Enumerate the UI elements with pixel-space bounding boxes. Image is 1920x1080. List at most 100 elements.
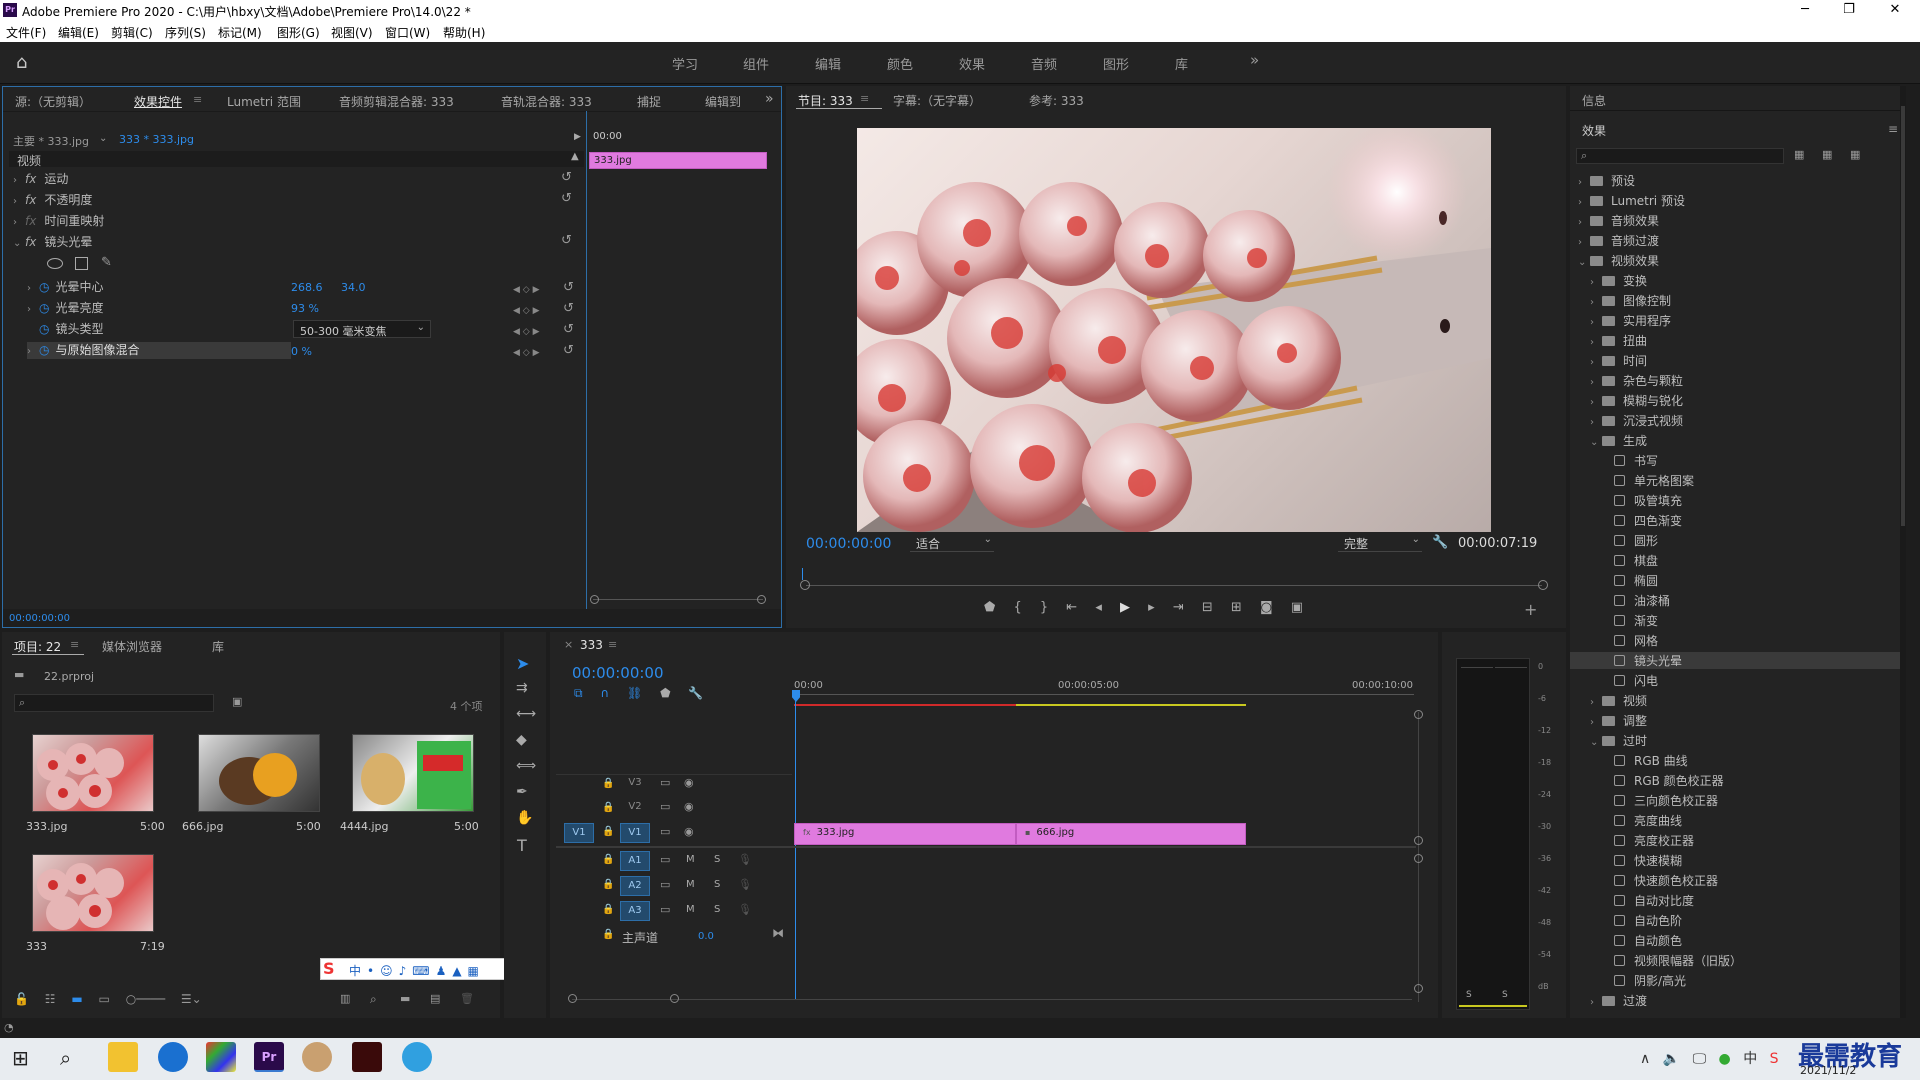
- meter-solo-right[interactable]: S: [1502, 990, 1508, 1000]
- effects-folder[interactable]: › 杂色与颗粒: [1590, 372, 1683, 389]
- zoom-handle-left[interactable]: [590, 595, 599, 604]
- effects-folder[interactable]: ⌄ 过时: [1590, 732, 1647, 749]
- lock-track-icon[interactable]: 🔒: [602, 929, 614, 940]
- thumb-333-sequence[interactable]: [32, 854, 154, 932]
- effects-folder[interactable]: › 调整: [1590, 712, 1647, 729]
- flare-center-y[interactable]: 34.0: [341, 281, 366, 294]
- timeline-timecode[interactable]: 00:00:00:00: [572, 664, 664, 682]
- close-button[interactable]: ✕: [1872, 0, 1918, 20]
- effects-folder[interactable]: › 音频过渡: [1578, 232, 1659, 249]
- tab-program[interactable]: 节目: 333: [798, 92, 853, 109]
- windows-start-icon[interactable]: ⊞: [12, 1046, 29, 1070]
- effects-item[interactable]: 油漆桶: [1602, 592, 1670, 609]
- effects-folder[interactable]: ⌄ 生成: [1590, 432, 1647, 449]
- program-scrubber[interactable]: [806, 585, 1542, 586]
- mark-out-icon[interactable]: }: [1040, 600, 1048, 615]
- ie-browser-icon[interactable]: [402, 1042, 432, 1072]
- effects-folder[interactable]: › 模糊与锐化: [1590, 392, 1683, 409]
- effects-item[interactable]: 棋盘: [1602, 552, 1658, 569]
- home-icon[interactable]: ⌂: [16, 52, 27, 73]
- ripple-edit-tool-icon[interactable]: ⟷: [516, 706, 536, 722]
- effects-folder[interactable]: › 预设: [1578, 172, 1635, 189]
- menu-graphics[interactable]: 图形(G): [277, 24, 320, 41]
- tab-reference[interactable]: 参考: 333: [1029, 92, 1084, 109]
- menu-help[interactable]: 帮助(H): [443, 24, 485, 41]
- go-to-in-icon[interactable]: ⇤: [1066, 600, 1077, 615]
- taskbar-search-icon[interactable]: ⌕: [60, 1046, 71, 1070]
- reset-lens-flare-icon[interactable]: ↺: [561, 233, 572, 248]
- snap-icon[interactable]: ∩: [600, 686, 609, 700]
- mute-button[interactable]: M: [686, 904, 695, 915]
- lock-icon[interactable]: 🔓: [14, 992, 29, 1006]
- effects-item[interactable]: 镜头光晕: [1570, 652, 1900, 669]
- effects-folder[interactable]: › 沉浸式视频: [1590, 412, 1683, 429]
- freeform-view-icon[interactable]: ▭: [99, 992, 110, 1006]
- mute-button[interactable]: M: [686, 879, 695, 890]
- ellipse-mask-icon[interactable]: [47, 258, 63, 269]
- step-back-icon[interactable]: ◂: [1095, 600, 1102, 615]
- effects-item[interactable]: 亮度曲线: [1602, 812, 1682, 829]
- tab-libraries[interactable]: 库: [212, 638, 224, 655]
- timeline-menu-icon[interactable]: ≡: [608, 638, 617, 651]
- effects-item[interactable]: 快速模糊: [1602, 852, 1682, 869]
- a-scroll-bottom[interactable]: [1414, 984, 1423, 993]
- effect-time-remap[interactable]: › fx 时间重映射: [13, 212, 104, 229]
- program-playhead[interactable]: [802, 568, 803, 580]
- effects-item[interactable]: 渐变: [1602, 612, 1658, 629]
- effects-item[interactable]: 自动颜色: [1602, 932, 1682, 949]
- tab-media-browser[interactable]: 媒体浏览器: [102, 638, 162, 655]
- minimize-button[interactable]: ─: [1782, 0, 1828, 20]
- eye-icon[interactable]: ◉: [684, 825, 694, 838]
- effects-folder[interactable]: › 时间: [1590, 352, 1647, 369]
- eye-icon[interactable]: ◉: [684, 776, 694, 789]
- premiere-taskbar-icon[interactable]: Pr: [254, 1042, 284, 1072]
- thumb-333-jpg[interactable]: [32, 734, 154, 812]
- effects-item[interactable]: RGB 曲线: [1602, 752, 1688, 769]
- menu-view[interactable]: 视图(V): [331, 24, 373, 41]
- effects-item[interactable]: 自动对比度: [1602, 892, 1694, 909]
- sync-lock-icon[interactable]: ▭: [660, 825, 670, 838]
- microphone-icon[interactable]: 🎙: [738, 878, 752, 891]
- sync-lock-icon[interactable]: ▭: [660, 776, 670, 789]
- menu-edit[interactable]: 编辑(E): [58, 24, 99, 41]
- lift-icon[interactable]: ⊟: [1202, 600, 1213, 615]
- tab-source[interactable]: 源:（无剪辑）: [15, 93, 91, 110]
- effects-item[interactable]: 单元格图案: [1602, 472, 1694, 489]
- menu-marker[interactable]: 标记(M): [218, 24, 262, 41]
- go-to-out-icon[interactable]: ⇥: [1173, 600, 1184, 615]
- timeline-settings-icon[interactable]: 🔧: [688, 686, 703, 700]
- timeline-clip-666[interactable]: ▪ 666.jpg: [1016, 823, 1246, 845]
- pen-mask-icon[interactable]: ✎: [101, 255, 112, 270]
- track-v1[interactable]: V1: [620, 823, 650, 843]
- lock-track-icon[interactable]: 🔒: [602, 879, 614, 890]
- new-item-icon[interactable]: ▤: [430, 992, 440, 1005]
- track-select-tool-icon[interactable]: ⇉: [516, 680, 528, 696]
- thumb-666-jpg[interactable]: [198, 734, 320, 812]
- selection-tool-icon[interactable]: ➤: [516, 654, 529, 673]
- mark-in-icon[interactable]: {: [1013, 600, 1021, 615]
- add-marker-icon[interactable]: ⬟: [660, 686, 670, 700]
- add-button-icon[interactable]: +: [1524, 600, 1537, 619]
- network-icon[interactable]: 🖵: [1693, 1051, 1707, 1067]
- edge-browser-icon[interactable]: [158, 1042, 188, 1072]
- sync-lock-icon[interactable]: ▭: [660, 903, 670, 916]
- solo-button[interactable]: S: [714, 879, 720, 890]
- workspace-libraries[interactable]: 库: [1175, 54, 1188, 73]
- tab-sequence[interactable]: 333: [580, 638, 603, 652]
- effects-item[interactable]: 自动色阶: [1602, 912, 1682, 929]
- zoom-handle-right[interactable]: [757, 595, 766, 604]
- mute-button[interactable]: M: [686, 854, 695, 865]
- workspace-editing[interactable]: 编辑: [815, 54, 841, 73]
- effects-folder[interactable]: › 过渡: [1590, 992, 1647, 1009]
- effects-item[interactable]: 吸管填充: [1602, 492, 1682, 509]
- user-app-icon[interactable]: [302, 1042, 332, 1072]
- track-v2[interactable]: V2: [620, 798, 650, 818]
- project-search-input[interactable]: ⌕: [14, 694, 214, 712]
- play-clip-icon[interactable]: ▶: [574, 132, 581, 142]
- sync-lock-icon[interactable]: ▭: [660, 800, 670, 813]
- linked-selection-icon[interactable]: ⛓: [627, 686, 642, 700]
- h-scroll-left[interactable]: [568, 994, 577, 1003]
- ime-toolbar[interactable]: S 中•☺♪⌨♟▲▦: [320, 958, 526, 980]
- lock-track-icon[interactable]: 🔒: [602, 802, 614, 813]
- effects-item[interactable]: RGB 颜色校正器: [1602, 772, 1724, 789]
